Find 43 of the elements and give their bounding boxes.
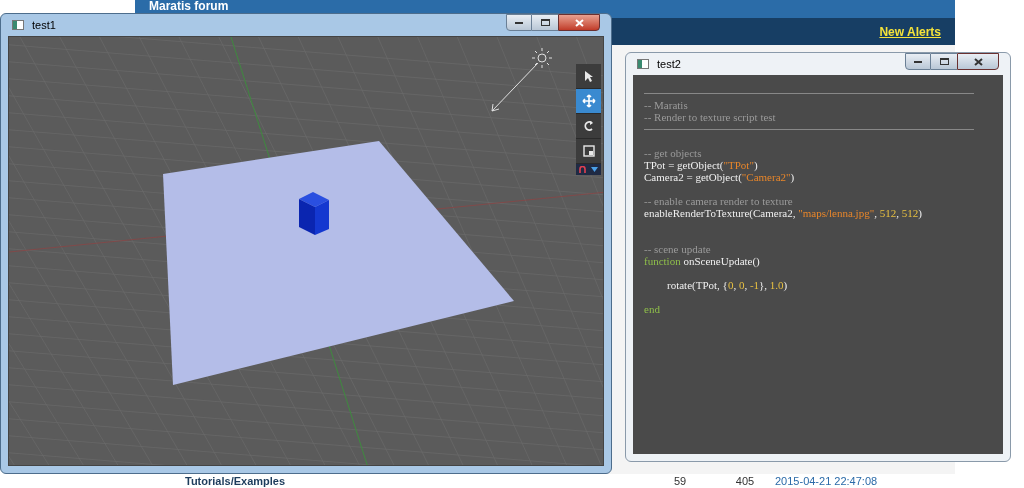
- topics-count: 59: [672, 473, 688, 488]
- close-button[interactable]: [558, 14, 600, 31]
- code-line: -- get objects: [644, 147, 702, 159]
- window-icon: [12, 20, 24, 30]
- minimize-button[interactable]: [506, 14, 532, 31]
- cursor-icon: [583, 69, 594, 83]
- last-post-link[interactable]: 2015-04-21 22:47:08: [775, 472, 878, 488]
- close-icon: [973, 57, 983, 66]
- posts-count: 405: [734, 473, 756, 488]
- window-title: test2: [656, 56, 682, 72]
- maximize-button[interactable]: [532, 14, 558, 31]
- scale-icon: [582, 145, 595, 157]
- magnet-icon: [578, 166, 586, 173]
- maximize-icon: [939, 58, 949, 65]
- code-line: TPot = getObject("TPot"): [644, 159, 758, 171]
- close-icon: [574, 18, 584, 27]
- cube-drawing: [299, 192, 329, 235]
- new-alerts-link[interactable]: New Alerts: [879, 22, 941, 41]
- code-line: end: [644, 303, 660, 315]
- forum-title: Maratis forum: [149, 0, 229, 12]
- code-line: function onSceneUpdate(): [644, 255, 760, 267]
- code-line: -- Render to texture script test: [644, 111, 776, 123]
- code-line: rotate(TPot, {0, 0, -1}, 1.0): [667, 279, 788, 291]
- code-line: -- scene update: [644, 243, 711, 255]
- rotate-icon: [582, 120, 595, 132]
- close-button[interactable]: [957, 53, 999, 70]
- minimize-button[interactable]: [905, 53, 931, 70]
- code-line: enableRenderToTexture(Camera2, "maps/lenna.jpg", 512, 512): [644, 207, 922, 219]
- move-icon: [581, 94, 596, 108]
- minimize-icon: [515, 21, 523, 24]
- window-icon: [637, 59, 649, 69]
- code-line: Camera2 = getObject("Camera2"): [644, 171, 795, 183]
- minimize-icon: [914, 60, 922, 63]
- code-line: -- Maratis: [644, 99, 688, 111]
- forum-name-link[interactable]: Tutorials/Examples: [185, 475, 645, 487]
- code-line: -- enable camera render to texture: [644, 195, 793, 207]
- dropdown-icon[interactable]: [591, 167, 599, 172]
- tool-button[interactable]: [576, 64, 601, 89]
- tool-button[interactable]: [576, 89, 601, 114]
- maximize-button[interactable]: [931, 53, 957, 70]
- maximize-icon: [540, 19, 550, 26]
- window-title: test1: [31, 17, 57, 33]
- light-drawing: [491, 47, 553, 112]
